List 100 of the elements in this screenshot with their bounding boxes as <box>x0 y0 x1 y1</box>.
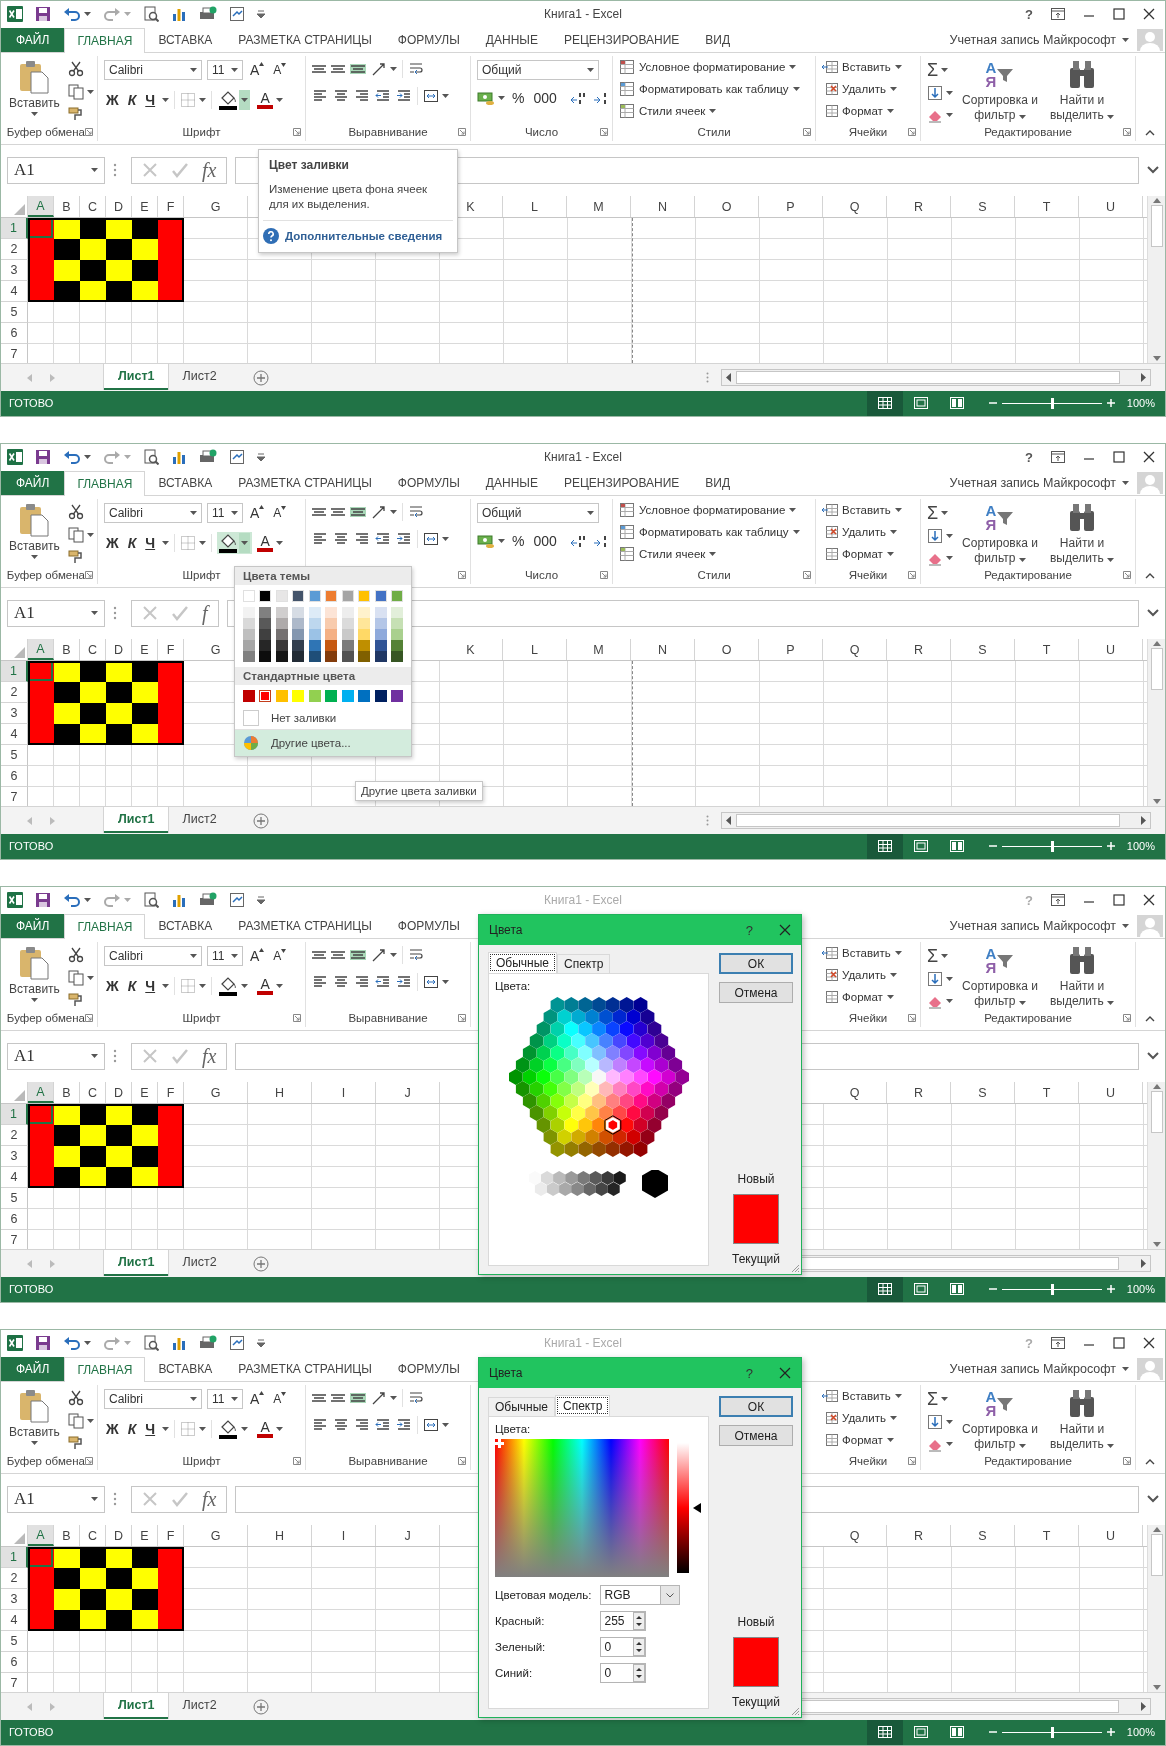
shrink-font-button[interactable]: A <box>271 948 289 963</box>
row-header[interactable]: 3 <box>1 260 28 282</box>
font-name-field[interactable]: Calibri <box>104 59 202 80</box>
underline-button[interactable]: Ч <box>143 534 158 551</box>
row-header[interactable]: 6 <box>1 766 28 788</box>
sheet-tab[interactable]: Лист1 <box>104 1250 169 1277</box>
spin-field[interactable]: 0 <box>599 1637 646 1657</box>
grow-font-button[interactable]: A <box>248 1390 267 1407</box>
sheet-tab[interactable]: Лист2 <box>168 1250 231 1275</box>
delete-cells-button[interactable]: Удалить <box>822 966 914 983</box>
column-header[interactable]: U <box>1079 1082 1143 1104</box>
column-header[interactable]: E <box>132 1082 158 1104</box>
account-link[interactable]: Учетная запись Майкрософт <box>949 475 1116 490</box>
bold-button[interactable]: Ж <box>104 977 121 994</box>
paste-button[interactable]: Вставить <box>7 943 62 1010</box>
column-header[interactable]: T <box>1015 1525 1079 1547</box>
underline-button[interactable]: Ч <box>143 91 158 108</box>
help-button[interactable]: ? <box>745 922 753 938</box>
column-header[interactable]: C <box>80 1082 106 1104</box>
ribbon-tab[interactable]: ГЛАВНАЯ <box>64 470 146 496</box>
paste-button[interactable]: Вставить <box>7 1386 62 1453</box>
column-header[interactable]: G <box>184 1525 248 1547</box>
percent-button[interactable]: % <box>510 532 527 549</box>
account-link[interactable]: Учетная запись Майкрософт <box>949 1361 1116 1376</box>
bold-button[interactable]: Ж <box>104 91 121 108</box>
column-header[interactable]: B <box>54 1525 80 1547</box>
row-header[interactable]: 4 <box>1 1167 28 1189</box>
cancel-button[interactable]: Отмена <box>719 982 793 1003</box>
column-header[interactable]: E <box>132 639 158 661</box>
row-header[interactable]: 5 <box>1 1631 28 1653</box>
column-header[interactable]: A <box>28 1082 54 1104</box>
ribbon-tab[interactable]: ГЛАВНАЯ <box>64 1356 146 1382</box>
font-color-button[interactable]: A <box>257 533 274 552</box>
grow-font-button[interactable]: A <box>248 61 267 78</box>
column-header[interactable]: D <box>106 1525 132 1547</box>
column-header[interactable]: I <box>312 1525 376 1547</box>
row-header[interactable]: 2 <box>1 239 28 261</box>
format-cells-button[interactable]: Формат <box>822 1431 914 1448</box>
column-header[interactable]: B <box>54 1082 80 1104</box>
help-button[interactable]: ? <box>1025 6 1033 22</box>
row-header[interactable]: 1 <box>1 661 28 683</box>
column-header[interactable]: E <box>132 1525 158 1547</box>
font-name-field[interactable]: Calibri <box>104 945 202 966</box>
ribbon-tab[interactable]: ФАЙЛ <box>1 27 65 52</box>
row-header[interactable]: 5 <box>1 302 28 324</box>
help-link[interactable]: Дополнительные сведения <box>285 230 443 242</box>
zoom-level[interactable]: 100% <box>1126 1283 1155 1296</box>
column-header[interactable]: U <box>1079 639 1143 661</box>
paste-button[interactable]: Вставить <box>7 500 62 567</box>
column-header[interactable]: Q <box>823 196 887 218</box>
ribbon-tab[interactable]: ФОРМУЛЫ <box>384 913 473 938</box>
row-header[interactable]: 6 <box>1 323 28 345</box>
column-header[interactable]: L <box>503 196 567 218</box>
ribbon-tab[interactable]: ВСТАВКА <box>145 27 226 52</box>
column-header[interactable]: L <box>503 639 567 661</box>
bold-button[interactable]: Ж <box>104 1420 121 1437</box>
color-model-dropdown[interactable]: RGB <box>599 1585 680 1605</box>
column-header[interactable]: J <box>376 1525 440 1547</box>
name-box[interactable]: A1 <box>7 156 105 184</box>
italic-button[interactable]: К <box>125 534 139 551</box>
column-header[interactable]: N <box>631 196 695 218</box>
find-select-button[interactable]: Найти и выделить <box>1047 943 1117 1010</box>
italic-button[interactable]: К <box>125 91 139 108</box>
shrink-font-button[interactable]: A <box>271 1391 289 1406</box>
underline-button[interactable]: Ч <box>143 1420 158 1437</box>
font-size-field[interactable]: 11 <box>207 945 243 966</box>
sheet-tab[interactable]: Лист2 <box>168 1693 231 1718</box>
insert-cells-button[interactable]: Вставить <box>822 944 914 961</box>
column-header[interactable]: U <box>1079 1525 1143 1547</box>
row-header[interactable]: 2 <box>1 682 28 704</box>
autosum-button[interactable]: Σ <box>927 946 939 965</box>
sheet-tab[interactable]: Лист1 <box>104 807 169 834</box>
name-box[interactable]: A1 <box>7 599 105 627</box>
column-header[interactable]: M <box>567 196 631 218</box>
format-cells-button[interactable]: Формат <box>822 545 914 562</box>
help-button[interactable]: ? <box>1025 449 1033 465</box>
insert-function-button[interactable]: fx <box>202 158 217 182</box>
column-header[interactable]: G <box>184 1082 248 1104</box>
insert-cells-button[interactable]: Вставить <box>822 58 914 75</box>
paste-button[interactable]: Вставить <box>7 57 62 124</box>
sheet-tab[interactable]: Лист1 <box>104 1693 169 1720</box>
row-header[interactable]: 4 <box>1 1610 28 1632</box>
column-header[interactable]: F <box>158 1525 184 1547</box>
menu-item[interactable]: Другие цвета... <box>235 729 411 756</box>
ribbon-tab[interactable]: РАЗМЕТКА СТРАНИЦЫ <box>225 27 385 52</box>
row-header[interactable]: 5 <box>1 1188 28 1210</box>
grow-font-button[interactable]: A <box>248 504 267 521</box>
column-header[interactable]: T <box>1015 639 1079 661</box>
column-header[interactable]: S <box>951 1082 1015 1104</box>
column-header[interactable]: J <box>376 1082 440 1104</box>
ok-button[interactable]: ОК <box>719 953 793 974</box>
zoom-level[interactable]: 100% <box>1126 1726 1155 1739</box>
percent-button[interactable]: % <box>510 89 527 106</box>
bold-button[interactable]: Ж <box>104 534 121 551</box>
row-header[interactable]: 4 <box>1 724 28 746</box>
ok-button[interactable]: ОК <box>719 1396 793 1417</box>
row-header[interactable]: 6 <box>1 1209 28 1231</box>
font-size-field[interactable]: 11 <box>207 59 243 80</box>
ribbon-tab[interactable]: РЕЦЕНЗИРОВАНИЕ <box>550 470 693 495</box>
insert-function-button[interactable]: fx <box>202 1044 217 1068</box>
